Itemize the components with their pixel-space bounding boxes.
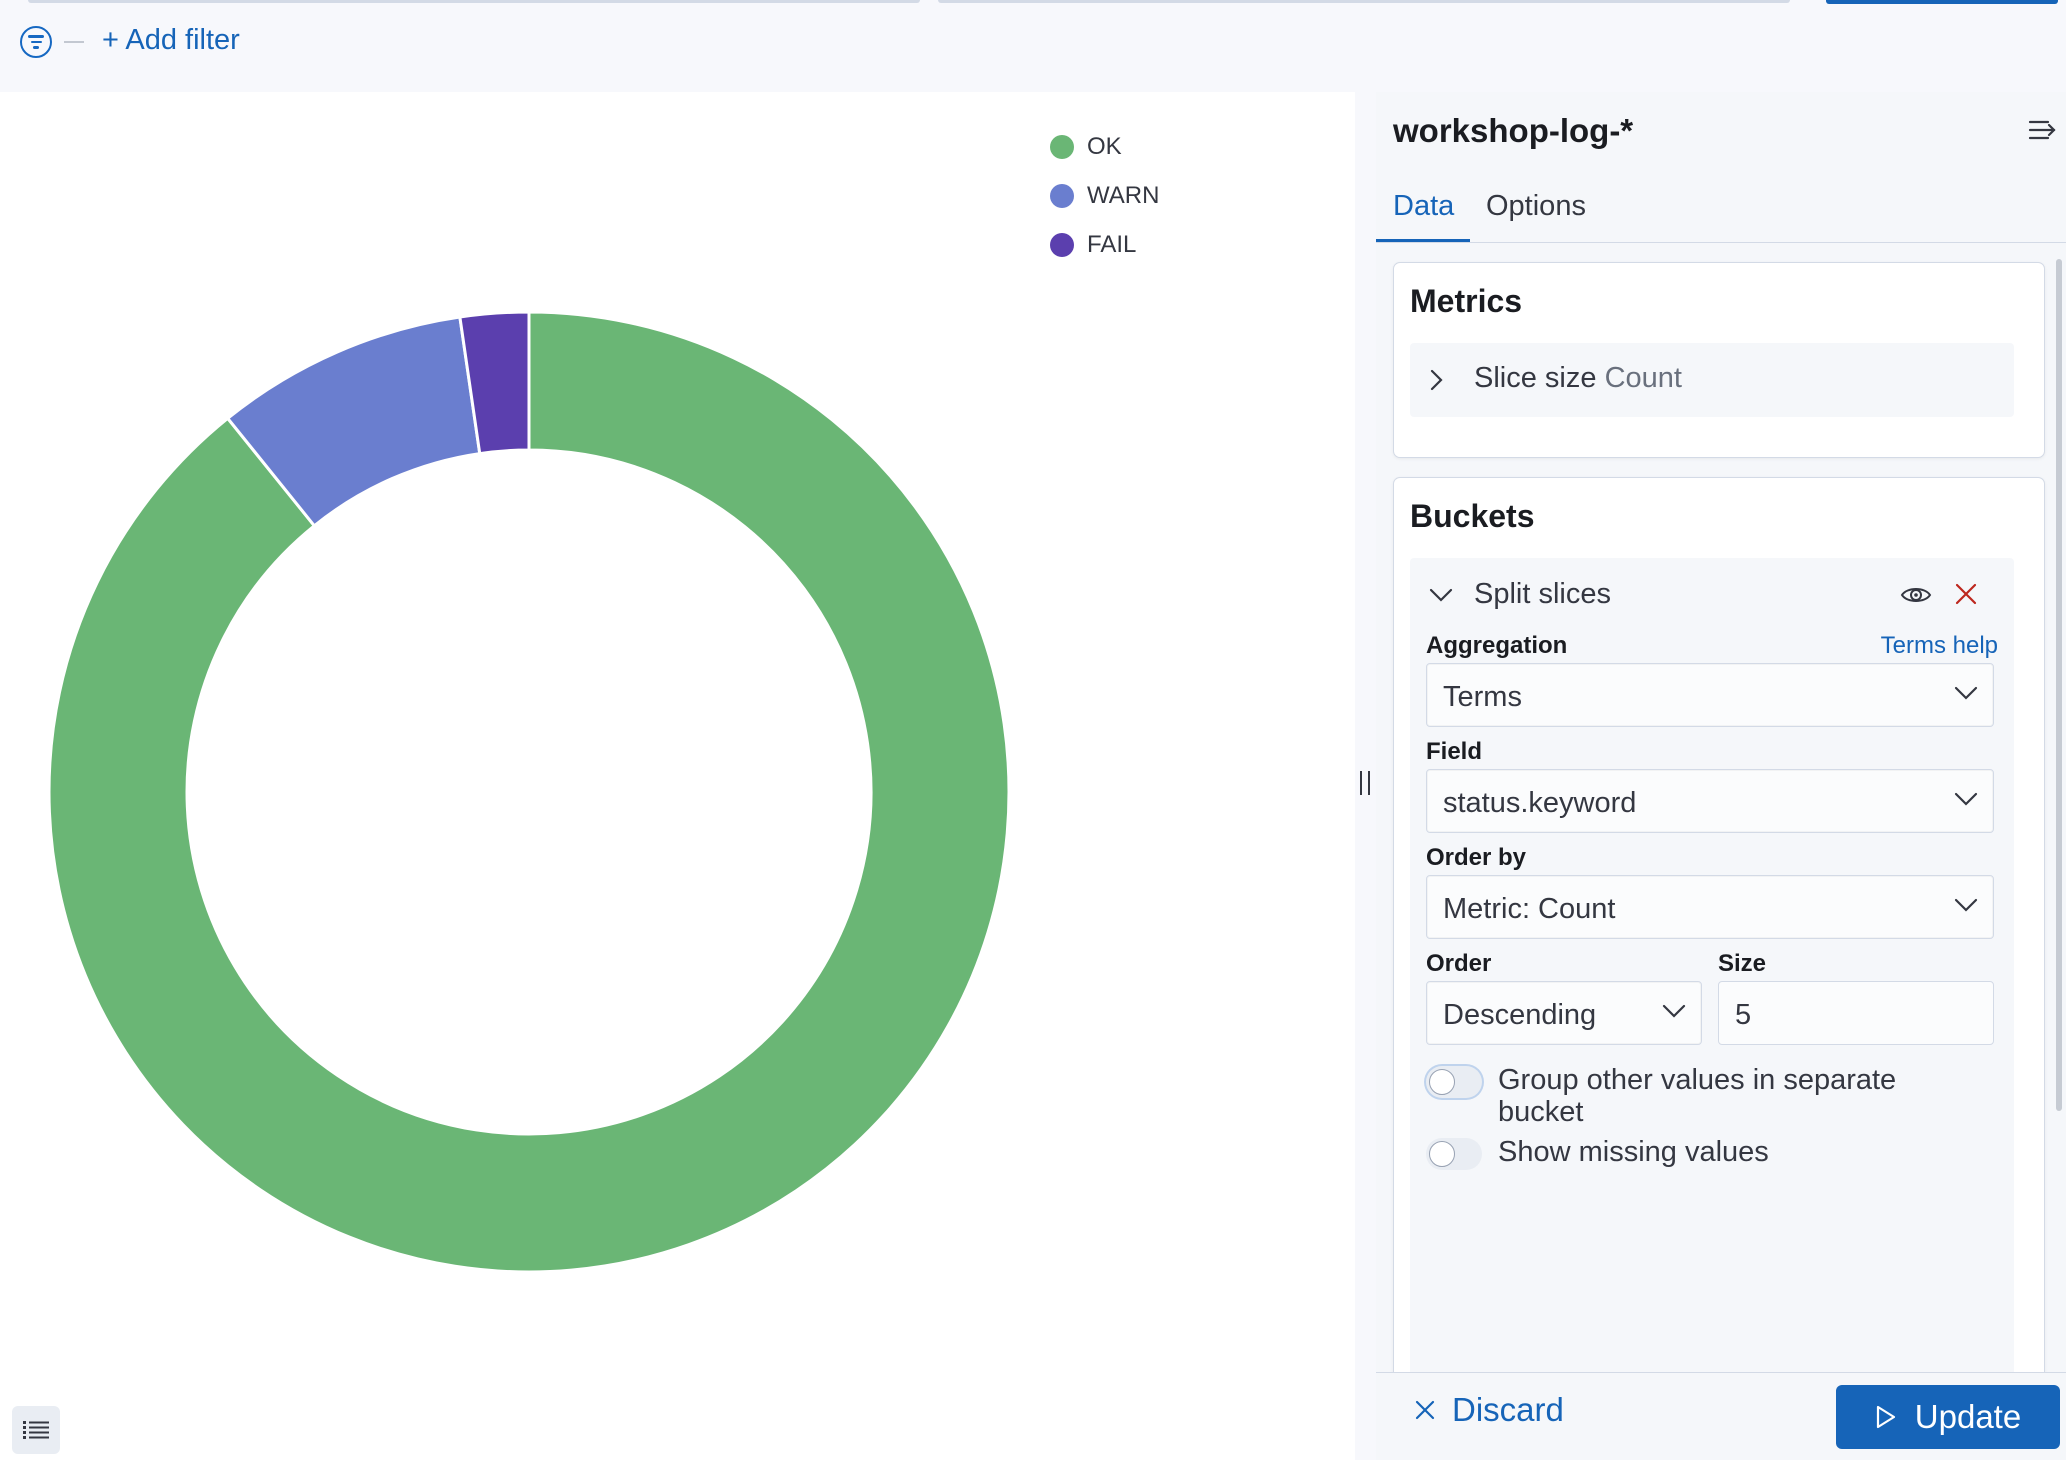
legend-label-ok: OK: [1087, 132, 1122, 160]
legend-label-warn: WARN: [1087, 181, 1160, 209]
legend-label-fail: FAIL: [1087, 230, 1137, 258]
size-value: 5: [1735, 999, 1752, 1031]
editor-sidebar: workshop-log-* Data Options Metrics Slic…: [1376, 92, 2066, 1460]
tabs-divider: [1376, 242, 2066, 243]
legend-dot-ok: [1050, 134, 1074, 159]
play-icon: [1876, 1405, 1895, 1429]
tab-options[interactable]: Options: [1486, 190, 1586, 223]
index-pattern-title: workshop-log-*: [1393, 112, 1634, 149]
terms-help-link[interactable]: Terms help: [1881, 632, 1998, 660]
switch-knob: [1429, 1141, 1455, 1167]
chevron-right-icon[interactable]: [1428, 368, 1444, 392]
chart-legend: OK WARN FAIL: [1050, 122, 1159, 269]
close-icon: [1415, 1400, 1435, 1420]
legend-item-fail[interactable]: FAIL: [1050, 220, 1159, 269]
update-button[interactable]: Update: [1836, 1385, 2060, 1449]
date-picker-edge[interactable]: [938, 0, 1790, 3]
sidebar-footer: Discard Update: [1376, 1372, 2066, 1460]
buckets-card: Buckets Split slices Aggregation Terms h…: [1393, 477, 2045, 1460]
order-by-value: Metric: Count: [1443, 893, 1616, 925]
field-select[interactable]: status.keyword: [1426, 769, 1994, 833]
group-other-label: Group other values in separate bucket: [1498, 1064, 1897, 1128]
panel-resize-handle[interactable]: [1360, 771, 1370, 795]
order-by-label: Order by: [1426, 844, 1527, 871]
tab-data[interactable]: Data: [1393, 190, 1454, 223]
update-label: Update: [1914, 1398, 2022, 1435]
legend-item-warn[interactable]: WARN: [1050, 171, 1159, 220]
collapse-panel-icon[interactable]: [2028, 118, 2058, 142]
sidebar-scrollbar[interactable]: [2056, 259, 2062, 1111]
show-missing-row: Show missing values: [1426, 1136, 2006, 1178]
filter-divider: [64, 41, 84, 43]
buckets-title: Buckets: [1410, 498, 1535, 534]
aggregation-value: Terms: [1443, 681, 1522, 713]
chevron-down-icon[interactable]: [1428, 586, 1454, 604]
filter-icon[interactable]: [20, 26, 52, 58]
chevron-down-icon: [1954, 686, 1978, 700]
size-input[interactable]: 5: [1718, 981, 1994, 1045]
aggregation-select[interactable]: Terms: [1426, 663, 1994, 727]
bucket-label[interactable]: Split slices: [1474, 578, 1611, 611]
metric-slice-size[interactable]: Slice size Count: [1410, 343, 2014, 417]
chevron-down-icon: [1954, 792, 1978, 806]
query-input-edge[interactable]: [28, 0, 920, 3]
field-value: status.keyword: [1443, 787, 1637, 819]
order-select[interactable]: Descending: [1426, 981, 1702, 1045]
list-icon: [23, 1421, 49, 1439]
visualization-canvas: OK WARN FAIL: [0, 92, 1355, 1460]
add-filter-button[interactable]: + Add filter: [102, 24, 240, 57]
show-missing-label: Show missing values: [1498, 1136, 1769, 1168]
chevron-down-icon: [1662, 1004, 1686, 1018]
metrics-card: Metrics Slice size Count: [1393, 262, 2045, 458]
group-other-switch[interactable]: [1426, 1066, 1482, 1098]
eye-icon[interactable]: [1900, 584, 1932, 606]
bucket-split-slices: Split slices Aggregation Terms help Term…: [1410, 558, 2014, 1458]
donut-slice-ok[interactable]: [47, 310, 1011, 1274]
filter-bar: + Add filter: [0, 0, 2066, 92]
legend-toggle-button[interactable]: [12, 1406, 60, 1454]
order-value: Descending: [1443, 999, 1597, 1031]
field-label: Field: [1426, 738, 1483, 765]
discard-button[interactable]: Discard: [1414, 1391, 1564, 1429]
metric-label-text: Slice size: [1474, 362, 1597, 394]
group-other-row: Group other values in separate bucket: [1426, 1064, 2006, 1130]
remove-icon[interactable]: [1954, 582, 1978, 606]
metrics-title: Metrics: [1410, 283, 1523, 319]
metric-type-text: Count: [1604, 362, 1682, 394]
legend-dot-warn: [1050, 183, 1074, 208]
metric-label: Slice size Count: [1474, 362, 1682, 395]
show-missing-switch[interactable]: [1426, 1138, 1482, 1170]
chevron-down-icon: [1954, 898, 1978, 912]
refresh-button-edge[interactable]: [1826, 0, 2058, 4]
switch-knob: [1429, 1069, 1455, 1095]
aggregation-label: Aggregation: [1426, 632, 1568, 659]
order-label: Order: [1426, 950, 1492, 977]
size-label: Size: [1718, 950, 1767, 977]
legend-dot-fail: [1050, 232, 1074, 257]
donut-chart: [47, 310, 1011, 1274]
legend-item-ok[interactable]: OK: [1050, 122, 1159, 171]
discard-label: Discard: [1452, 1391, 1564, 1428]
order-by-select[interactable]: Metric: Count: [1426, 875, 1994, 939]
